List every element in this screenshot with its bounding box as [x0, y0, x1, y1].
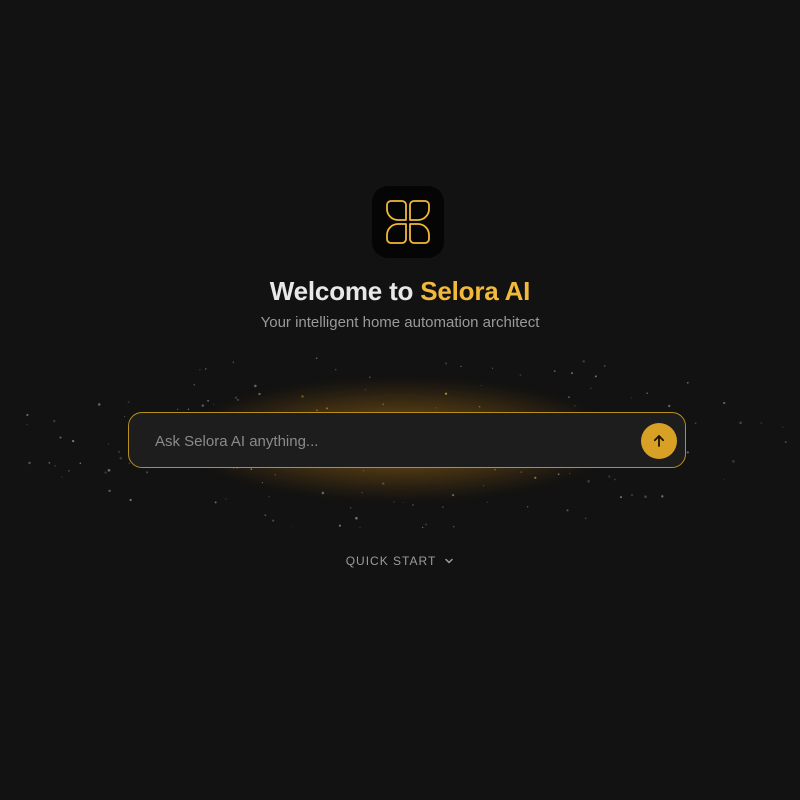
chevron-down-icon: [444, 556, 454, 566]
title-prefix: Welcome to: [269, 276, 421, 306]
quick-start-label: QUICK START: [345, 554, 437, 568]
brand-name: Selora AI: [420, 276, 531, 306]
welcome-page: Welcome to Selora AI Your intelligent ho…: [0, 0, 800, 800]
arrow-up-icon: [652, 434, 666, 448]
page-title: Welcome to Selora AI: [0, 273, 800, 309]
selora-logo-icon: [372, 186, 444, 258]
chat-input[interactable]: [153, 413, 637, 469]
page-subtitle: Your intelligent home automation archite…: [260, 314, 540, 331]
send-button[interactable]: [641, 423, 677, 459]
chat-input-box[interactable]: [128, 412, 686, 469]
quick-start-toggle[interactable]: QUICK START: [0, 552, 800, 570]
